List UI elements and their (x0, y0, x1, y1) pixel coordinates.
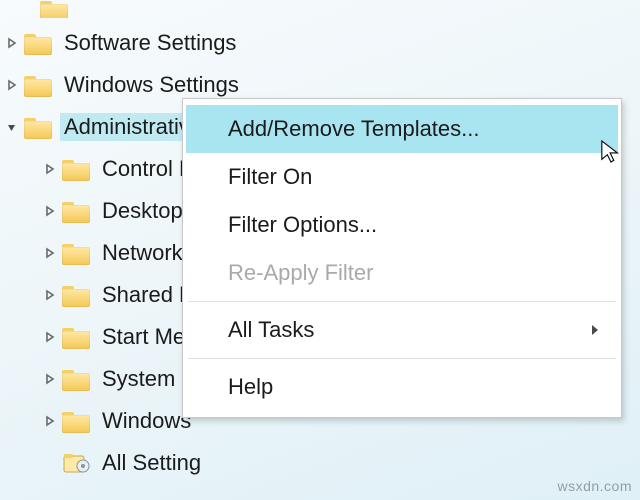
folder-icon (24, 73, 54, 97)
menu-separator (188, 358, 616, 359)
tree-item-label: Software Settings (60, 29, 240, 57)
chevron-right-icon[interactable] (40, 369, 60, 389)
tree-item-label: All Setting (98, 449, 205, 477)
chevron-right-icon[interactable] (40, 159, 60, 179)
folder-icon (62, 157, 92, 181)
folder-icon (40, 0, 70, 18)
chevron-down-icon[interactable] (2, 117, 22, 137)
folder-icon (62, 199, 92, 223)
folder-icon (24, 31, 54, 55)
chevron-right-icon[interactable] (40, 285, 60, 305)
tree-item-label: Network (98, 239, 187, 267)
folder-icon (62, 241, 92, 265)
chevron-right-icon[interactable] (40, 411, 60, 431)
folder-icon (62, 367, 92, 391)
menu-item-add-remove-templates[interactable]: Add/Remove Templates... (186, 105, 618, 153)
chevron-right-icon[interactable] (2, 33, 22, 53)
chevron-right-icon[interactable] (2, 75, 22, 95)
menu-item-label: Filter Options... (228, 212, 377, 238)
tree-item-label: Windows Settings (60, 71, 243, 99)
all-settings-icon (62, 451, 92, 475)
menu-item-label: Add/Remove Templates... (228, 116, 480, 142)
tree-item-label: Desktop (98, 197, 187, 225)
tree-item-all-settings[interactable]: All Setting (0, 442, 640, 484)
menu-item-label: Filter On (228, 164, 312, 190)
menu-item-filter-options[interactable]: Filter Options... (186, 201, 618, 249)
menu-item-re-apply-filter: Re-Apply Filter (186, 249, 618, 297)
context-menu: Add/Remove Templates... Filter On Filter O… (182, 98, 622, 418)
menu-item-filter-on[interactable]: Filter On (186, 153, 618, 201)
chevron-right-icon[interactable] (40, 201, 60, 221)
tree-item-software-settings[interactable]: Software Settings (0, 22, 640, 64)
folder-icon (24, 115, 54, 139)
menu-item-label: Re-Apply Filter (228, 260, 373, 286)
menu-item-label: Help (228, 374, 273, 400)
folder-icon (62, 325, 92, 349)
folder-icon (62, 409, 92, 433)
folder-icon (62, 283, 92, 307)
menu-item-help[interactable]: Help (186, 363, 618, 411)
expander-none (40, 453, 60, 473)
watermark: wsxdn.com (557, 478, 632, 494)
chevron-right-icon[interactable] (40, 327, 60, 347)
tree-item-label: System (98, 365, 179, 393)
menu-item-label: All Tasks (228, 317, 314, 343)
chevron-right-icon (590, 317, 600, 343)
menu-item-all-tasks[interactable]: All Tasks (186, 306, 618, 354)
tree-item-label: Windows (98, 407, 195, 435)
menu-separator (188, 301, 616, 302)
chevron-right-icon[interactable] (40, 243, 60, 263)
tree-row-cutoff (0, 0, 640, 18)
